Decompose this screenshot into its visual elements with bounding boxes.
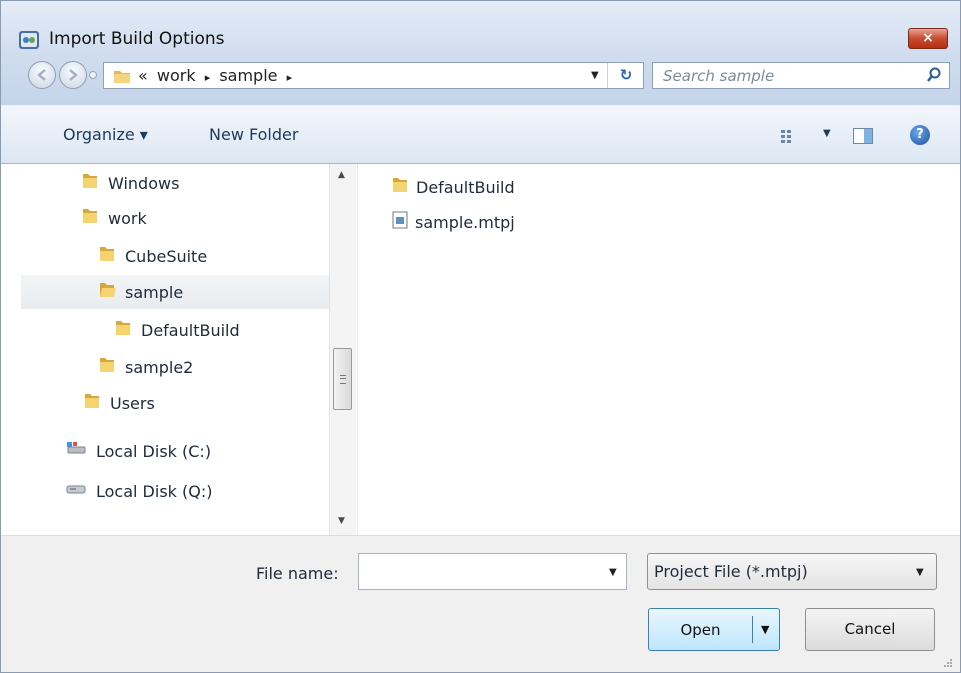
import-build-options-dialog: Import Build Options × « work ▸ sample ▸… [0,0,961,673]
close-icon: × [922,30,934,46]
nav-item-label: Local Disk (Q:) [96,481,213,501]
breadcrumb-overflow[interactable]: « [138,66,148,85]
file-item-sample-mtpj[interactable]: sample.mtpj [392,211,515,233]
help-icon[interactable]: ? [910,125,930,145]
resize-grip-icon[interactable] [941,658,953,668]
back-arrow-icon [37,69,46,81]
navigation-pane: Windows work CubeSuite sample DefaultBui… [1,164,357,535]
breadcrumb: « work ▸ sample ▸ [138,66,296,85]
nav-item-users[interactable]: Users [83,386,155,420]
file-type-value: Project File (*.mtpj) [654,562,808,581]
project-file-icon [392,211,408,233]
nav-item-defaultbuild[interactable]: DefaultBuild [114,313,240,347]
breadcrumb-separator[interactable]: ▸ [287,71,293,84]
folder-icon [114,319,132,341]
open-button[interactable]: Open ▼ [648,608,780,651]
file-item-label: DefaultBuild [416,177,515,197]
nav-item-work[interactable]: work [81,201,147,235]
refresh-icon[interactable]: ↻ [607,63,644,88]
folder-icon [391,176,409,198]
forward-button[interactable] [59,61,87,89]
views-icon[interactable] [781,129,799,148]
grip-icon [340,375,346,384]
scroll-down-icon[interactable]: ▼ [338,516,345,526]
app-icon [18,30,40,50]
command-toolbar: Organize ▾ New Folder ▼ ? [1,105,960,164]
open-button-label: Open [680,621,721,639]
recent-pages-dropdown[interactable] [89,71,97,79]
folder-icon [98,245,116,267]
chevron-down-icon[interactable]: ▼ [609,567,617,578]
nav-item-cubesuite[interactable]: CubeSuite [98,239,207,273]
back-button[interactable] [28,61,56,89]
folder-icon [98,356,116,378]
dialog-footer: File name: ▼ Project File (*.mtpj) ▼ Ope… [1,535,960,672]
system-drive-icon [65,441,87,461]
close-button[interactable]: × [908,28,948,49]
nav-item-windows[interactable]: Windows [81,166,179,200]
nav-item-local-disk-q[interactable]: Local Disk (Q:) [65,474,212,508]
nav-item-label: sample [125,282,184,302]
dialog-title: Import Build Options [49,29,225,49]
nav-item-local-disk-c[interactable]: Local Disk (C:) [65,434,211,468]
forward-arrow-icon [69,69,78,81]
new-folder-button[interactable]: New Folder [209,125,298,144]
file-name-combobox[interactable]: ▼ [358,553,627,590]
folder-icon [81,207,99,229]
file-name-label: File name: [256,564,339,583]
open-options-dropdown-icon[interactable]: ▼ [761,623,769,636]
scroll-up-icon[interactable]: ▲ [338,170,345,180]
nav-item-sample2[interactable]: sample2 [98,350,193,384]
file-item-label: sample.mtpj [415,212,515,232]
search-input[interactable] [661,66,915,86]
cancel-button[interactable]: Cancel [805,608,935,651]
file-item-defaultbuild[interactable]: DefaultBuild [391,176,515,198]
preview-pane-icon[interactable] [853,128,873,144]
nav-pane-scrollbar[interactable]: ▲ ▼ [329,164,356,535]
file-name-input[interactable] [365,562,599,584]
nav-item-label: Windows [108,173,180,193]
file-type-select[interactable]: Project File (*.mtpj) ▼ [647,553,937,590]
nav-item-label: Users [110,393,155,413]
nav-item-label: sample2 [125,357,194,377]
nav-item-sample[interactable]: sample [21,275,329,309]
drive-icon [65,481,87,501]
nav-item-label: CubeSuite [125,246,208,266]
nav-item-label: DefaultBuild [141,320,240,340]
nav-item-label: work [108,208,147,228]
file-list: DefaultBuild sample.mtpj [357,164,960,535]
scrollbar-thumb[interactable] [333,348,352,410]
breadcrumb-work[interactable]: work [157,66,196,85]
split-divider [752,616,753,643]
search-box[interactable] [652,62,950,89]
views-dropdown-icon[interactable]: ▼ [823,128,831,139]
folder-open-icon [98,281,116,303]
folder-icon [83,392,101,414]
organize-button[interactable]: Organize ▾ [63,125,148,144]
address-dropdown-icon[interactable]: ▼ [591,70,599,81]
folder-icon [81,172,99,194]
breadcrumb-separator[interactable]: ▸ [205,71,211,84]
address-bar[interactable]: « work ▸ sample ▸ ▼ ↻ [103,62,644,89]
chevron-down-icon[interactable]: ▼ [916,567,924,578]
folder-icon [113,68,131,88]
search-icon[interactable] [925,66,943,88]
nav-item-label: Local Disk (C:) [96,441,212,461]
breadcrumb-sample[interactable]: sample [219,66,277,85]
title-bar: Import Build Options × « work ▸ sample ▸… [1,1,960,105]
